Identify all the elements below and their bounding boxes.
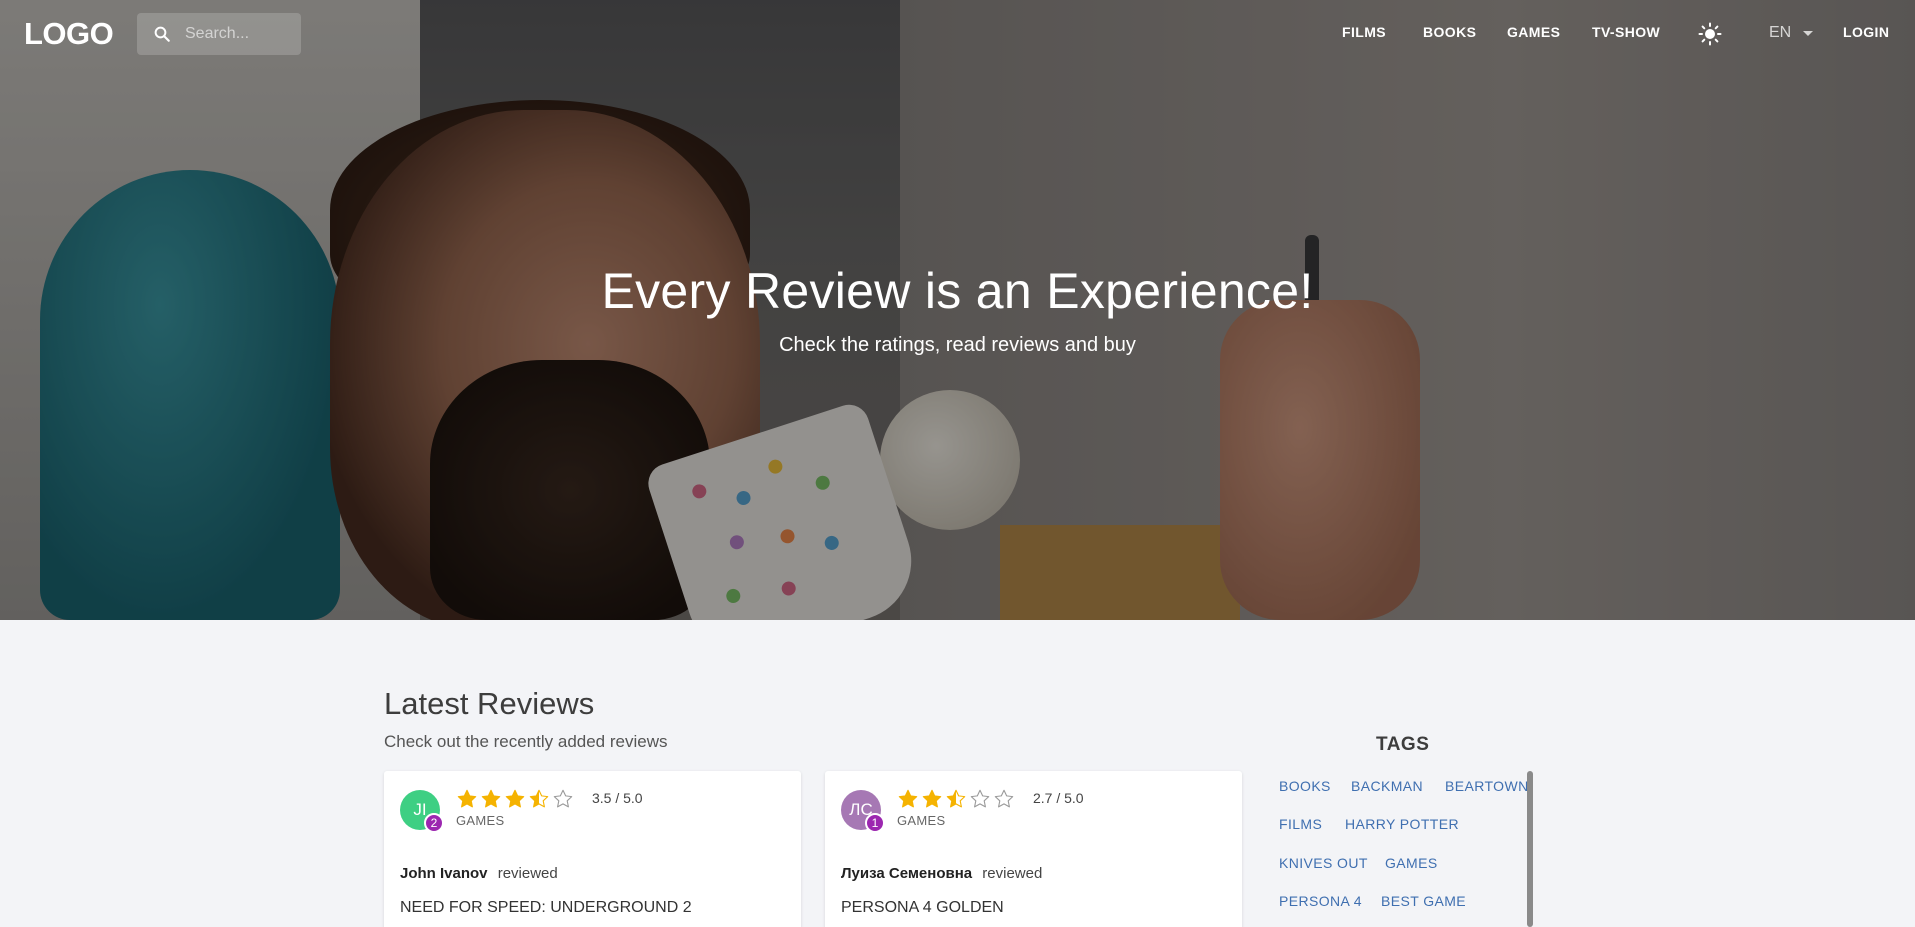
nav-games[interactable]: GAMES	[1507, 24, 1560, 40]
search-input[interactable]	[185, 23, 293, 45]
login-button[interactable]: LOGIN	[1843, 24, 1889, 40]
language-value: EN	[1769, 24, 1792, 41]
search-box[interactable]	[137, 13, 301, 55]
chevron-down-icon	[1803, 30, 1814, 36]
nav-books[interactable]: BOOKS	[1423, 24, 1476, 40]
review-card[interactable]: ЛС 1 2.7 / 5.0 GAMES Луиза Семеновна rev…	[825, 771, 1242, 927]
star-empty-icon	[970, 789, 990, 808]
tags-scrollbar[interactable]	[1527, 771, 1533, 927]
hero-title: Every Review is an Experience!	[601, 263, 1314, 319]
review-category[interactable]: GAMES	[456, 813, 504, 828]
star-full-icon	[457, 789, 477, 808]
top-navbar: LOGO FILMS BOOKS GAMES TV-SHOW EN LOGIN	[0, 0, 1915, 66]
nav-tv-show[interactable]: TV-SHOW	[1592, 24, 1660, 40]
review-author[interactable]: John Ivanov	[400, 865, 488, 882]
tag-cloud: BOOKS BACKMAN BEARTOWN FILMS HARRY POTTE…	[1270, 771, 1535, 927]
star-full-icon	[922, 789, 942, 808]
review-action: reviewed	[497, 865, 558, 882]
star-full-icon	[898, 789, 918, 808]
star-empty-icon	[553, 789, 573, 808]
sun-icon[interactable]	[1698, 22, 1722, 46]
user-badge: 1	[865, 813, 885, 833]
rating-value: 2.7 / 5.0	[1033, 790, 1084, 806]
star-full-icon	[481, 789, 501, 808]
tag-harry-potter[interactable]: HARRY POTTER	[1345, 816, 1459, 832]
latest-reviews-subtitle: Check out the recently added reviews	[384, 732, 668, 751]
logo[interactable]: LOGO	[24, 16, 114, 52]
tag-beartown[interactable]: BEARTOWN	[1445, 778, 1529, 794]
review-item-title[interactable]: NEED FOR SPEED: UNDERGROUND 2	[400, 899, 692, 917]
review-card[interactable]: JI 2 3.5 / 5.0 GAMES John Ivanov reviewe…	[384, 771, 801, 927]
star-full-icon	[505, 789, 525, 808]
user-badge: 2	[424, 813, 444, 833]
review-action: reviewed	[982, 865, 1043, 882]
star-half-icon	[946, 789, 966, 808]
tag-best-game[interactable]: BEST GAME	[1381, 893, 1466, 909]
language-select[interactable]: EN	[1769, 24, 1814, 42]
review-item-title[interactable]: PERSONA 4 GOLDEN	[841, 899, 1004, 917]
search-icon	[154, 26, 170, 42]
star-empty-icon	[994, 789, 1014, 808]
latest-reviews-title: Latest Reviews	[384, 686, 595, 721]
review-author[interactable]: Луиза Семеновна	[841, 865, 972, 882]
tag-films[interactable]: FILMS	[1279, 816, 1322, 832]
hero-banner: Every Review is an Experience! Check the…	[0, 0, 1915, 620]
star-rating	[456, 788, 574, 810]
tag-books[interactable]: BOOKS	[1279, 778, 1331, 794]
hero-subtitle: Check the ratings, read reviews and buy	[779, 334, 1136, 356]
tag-backman[interactable]: BACKMAN	[1351, 778, 1423, 794]
star-rating	[897, 788, 1015, 810]
tags-title: TAGS	[1376, 734, 1430, 755]
review-author-line: John Ivanov reviewed	[400, 865, 558, 882]
review-category[interactable]: GAMES	[897, 813, 945, 828]
tag-knives-out[interactable]: KNIVES OUT	[1279, 855, 1368, 871]
star-half-icon	[529, 789, 549, 808]
tag-games[interactable]: GAMES	[1385, 855, 1438, 871]
nav-films[interactable]: FILMS	[1342, 24, 1386, 40]
rating-value: 3.5 / 5.0	[592, 790, 643, 806]
review-author-line: Луиза Семеновна reviewed	[841, 865, 1042, 882]
tag-persona-4[interactable]: PERSONA 4	[1279, 893, 1362, 909]
